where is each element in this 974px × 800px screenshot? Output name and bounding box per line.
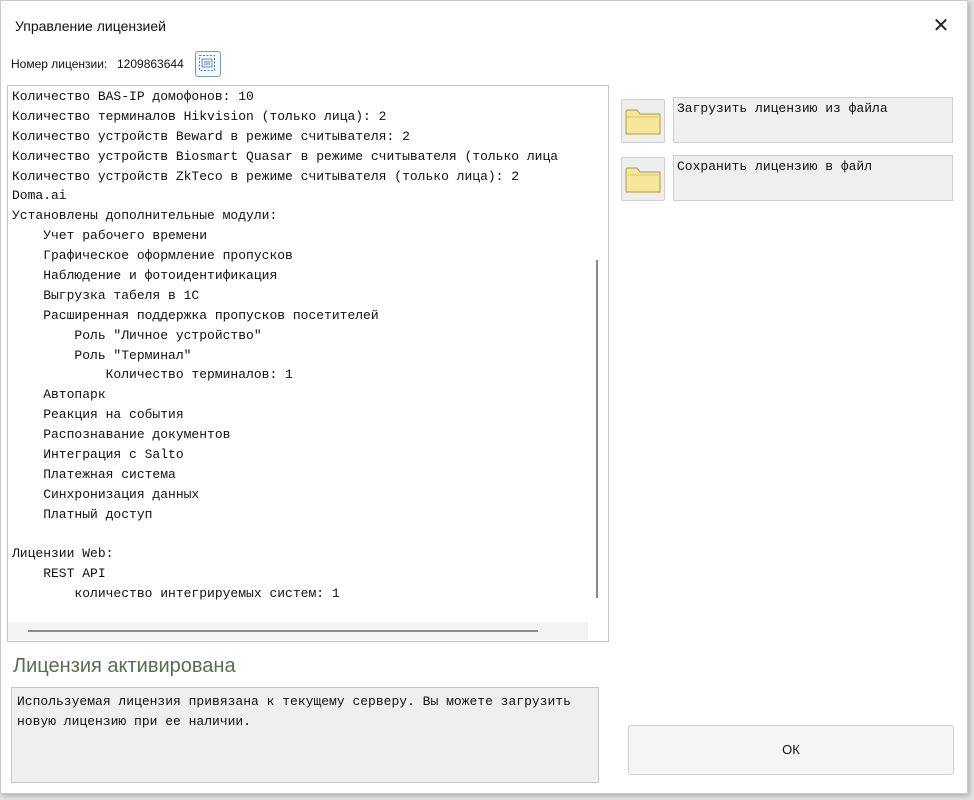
save-license-button[interactable]: Сохранить лицензию в файл [673, 155, 953, 201]
detail-line: Роль "Терминал" [12, 347, 192, 363]
detail-line: Учет рабочего времени [12, 228, 208, 244]
horizontal-scroll-track [8, 622, 588, 640]
ok-button[interactable]: ОК [628, 725, 954, 775]
horizontal-scrollbar[interactable] [28, 630, 538, 632]
load-license-button[interactable]: Загрузить лицензию из файла [673, 97, 953, 143]
load-license-icon-button[interactable] [621, 99, 665, 143]
detail-line: Платежная система [12, 466, 176, 482]
detail-line: Количество BAS-IP домофонов: 10 [12, 89, 254, 104]
status-message-box: Используемая лицензия привязана к текуще… [11, 687, 599, 783]
detail-line: Интеграция с Salto [12, 447, 184, 463]
license-number-value: 1209863644 [117, 57, 184, 71]
save-license-action: Сохранить лицензию в файл [621, 155, 953, 201]
detail-line: Наблюдение и фотоидентификация [12, 268, 278, 284]
detail-line: Количество устройств Biosmart Quasar в р… [12, 148, 559, 164]
detail-line: Установлены дополнительные модули: [12, 208, 278, 224]
detail-line: REST API [12, 566, 106, 582]
save-license-icon-button[interactable] [621, 157, 665, 201]
status-heading: Лицензия активирована [13, 655, 236, 677]
detail-line: Количество устройств ZkTeco в режиме счи… [12, 168, 520, 184]
license-details-lines: Количество BAS-IP домофонов: 10 Количеств… [12, 87, 558, 604]
vertical-scrollbar[interactable] [596, 260, 598, 598]
detail-line: Количество терминалов Hikvision (только … [12, 108, 387, 124]
detail-line: Реакция на события [12, 407, 184, 423]
license-management-window: Управление лицензией ✕ Номер лицензии: 1… [0, 0, 968, 794]
folder-icon [625, 167, 661, 193]
window-title: Управление лицензией [15, 18, 166, 34]
detail-line: Лицензии Web: [12, 546, 114, 562]
detail-line [12, 525, 558, 545]
detail-line: Распознавание документов [12, 427, 231, 443]
title-bar: Управление лицензией ✕ [1, 1, 967, 45]
detail-line: Роль "Личное устройство" [12, 327, 262, 343]
folder-icon [625, 109, 661, 135]
detail-line: Расширенная поддержка пропусков посетите… [12, 307, 379, 323]
license-details-textbox[interactable]: Количество BAS-IP домофонов: 10 Количеств… [7, 85, 609, 642]
license-number-label: Номер лицензии: [11, 57, 108, 71]
license-copy-button[interactable] [195, 51, 221, 77]
detail-line: Doma.ai [12, 188, 67, 204]
load-license-action: Загрузить лицензию из файла [621, 97, 953, 143]
close-icon[interactable]: ✕ [929, 13, 953, 37]
detail-line: Синхронизация данных [12, 486, 200, 502]
license-copy-icon [199, 55, 215, 71]
detail-line: Количество терминалов: 1 [12, 367, 293, 383]
detail-line: Графическое оформление пропусков [12, 248, 293, 264]
load-license-label: Загрузить лицензию из файла [677, 101, 888, 116]
status-message: Используемая лицензия привязана к текуще… [17, 694, 579, 729]
detail-line: Платный доступ [12, 506, 153, 522]
detail-line: Автопарк [12, 387, 106, 403]
detail-line: Выгрузка табеля в 1С [12, 287, 200, 303]
detail-line: количество интегрируемых систем: 1 [12, 586, 340, 602]
detail-line: Количество устройств Beward в режиме счи… [12, 128, 410, 144]
save-license-label: Сохранить лицензию в файл [677, 159, 873, 174]
